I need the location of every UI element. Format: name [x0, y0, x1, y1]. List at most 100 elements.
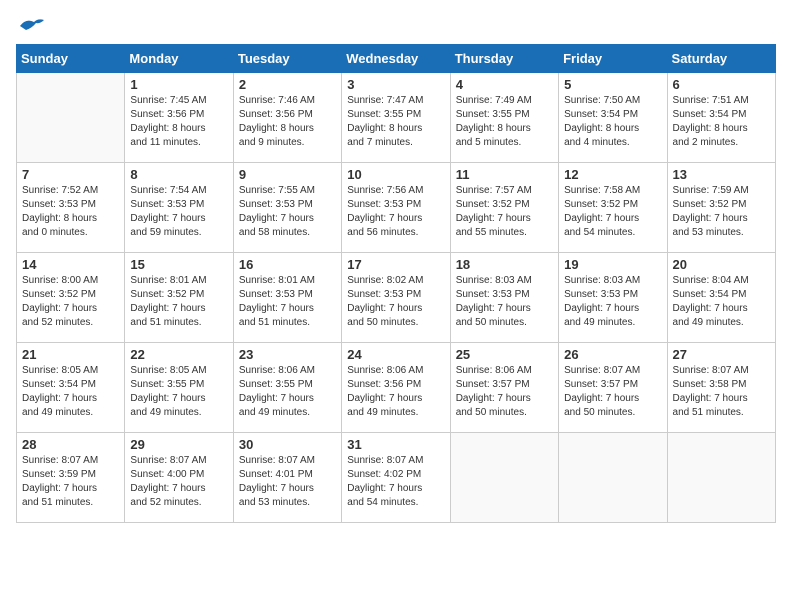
day-number: 3 — [347, 77, 444, 92]
calendar-day-cell: 31 Sunrise: 8:07 AMSunset: 4:02 PMDayligh… — [342, 433, 450, 523]
day-info: Sunrise: 7:50 AMSunset: 3:54 PMDaylight:… — [564, 94, 661, 150]
day-info: Sunrise: 7:56 AMSunset: 3:53 PMDaylight:… — [347, 184, 444, 240]
calendar-day-cell: 6 Sunrise: 7:51 AMSunset: 3:54 PMDaylight… — [667, 73, 775, 163]
day-number: 30 — [239, 437, 336, 452]
calendar-body: 1 Sunrise: 7:45 AMSunset: 3:56 PMDaylight… — [17, 73, 776, 523]
day-of-week-header: Thursday — [450, 45, 558, 73]
calendar-day-cell: 4 Sunrise: 7:49 AMSunset: 3:55 PMDaylight… — [450, 73, 558, 163]
day-number: 14 — [22, 257, 119, 272]
calendar-day-cell: 29 Sunrise: 8:07 AMSunset: 4:00 PMDayligh… — [125, 433, 233, 523]
day-number: 5 — [564, 77, 661, 92]
day-number: 18 — [456, 257, 553, 272]
calendar-header: SundayMondayTuesdayWednesdayThursdayFrid… — [17, 45, 776, 73]
day-info: Sunrise: 8:07 AMSunset: 4:00 PMDaylight:… — [130, 454, 227, 510]
logo — [16, 16, 46, 32]
calendar-day-cell: 8Sunrise: 7:54 AMSunset: 3:53 PMDaylight… — [125, 163, 233, 253]
calendar-day-cell: 20 Sunrise: 8:04 AMSunset: 3:54 PMDayligh… — [667, 253, 775, 343]
day-info: Sunrise: 8:07 AMSunset: 3:59 PMDaylight:… — [22, 454, 119, 510]
calendar-day-cell: 13Sunrise: 7:59 AMSunset: 3:52 PMDayligh… — [667, 163, 775, 253]
day-number: 11 — [456, 167, 553, 182]
day-number: 13 — [673, 167, 770, 182]
day-number: 1 — [130, 77, 227, 92]
calendar-day-cell: 16Sunrise: 8:01 AMSunset: 3:53 PMDayligh… — [233, 253, 341, 343]
calendar-week-row: 21 Sunrise: 8:05 AMSunset: 3:54 PMDayligh… — [17, 343, 776, 433]
calendar-day-cell — [17, 73, 125, 163]
calendar-day-cell: 26Sunrise: 8:07 AMSunset: 3:57 PMDayligh… — [559, 343, 667, 433]
calendar-day-cell: 24 Sunrise: 8:06 AMSunset: 3:56 PMDayligh… — [342, 343, 450, 433]
day-number: 6 — [673, 77, 770, 92]
calendar-week-row: 14 Sunrise: 8:00 AMSunset: 3:52 PMDayligh… — [17, 253, 776, 343]
calendar-day-cell: 1 Sunrise: 7:45 AMSunset: 3:56 PMDaylight… — [125, 73, 233, 163]
day-info: Sunrise: 7:52 AMSunset: 3:53 PMDaylight:… — [22, 184, 119, 240]
day-info: Sunrise: 8:03 AMSunset: 3:53 PMDaylight:… — [564, 274, 661, 330]
day-number: 27 — [673, 347, 770, 362]
calendar-day-cell: 14 Sunrise: 8:00 AMSunset: 3:52 PMDayligh… — [17, 253, 125, 343]
day-of-week-header: Tuesday — [233, 45, 341, 73]
day-number: 17 — [347, 257, 444, 272]
calendar-day-cell: 18 Sunrise: 8:03 AMSunset: 3:53 PMDayligh… — [450, 253, 558, 343]
day-of-week-header: Wednesday — [342, 45, 450, 73]
day-number: 21 — [22, 347, 119, 362]
day-number: 31 — [347, 437, 444, 452]
calendar-day-cell: 17 Sunrise: 8:02 AMSunset: 3:53 PMDayligh… — [342, 253, 450, 343]
calendar-day-cell — [559, 433, 667, 523]
day-info: Sunrise: 7:46 AMSunset: 3:56 PMDaylight:… — [239, 94, 336, 150]
day-number: 24 — [347, 347, 444, 362]
day-number: 29 — [130, 437, 227, 452]
calendar-day-cell: 21 Sunrise: 8:05 AMSunset: 3:54 PMDayligh… — [17, 343, 125, 433]
calendar-day-cell: 19 Sunrise: 8:03 AMSunset: 3:53 PMDayligh… — [559, 253, 667, 343]
day-of-week-header: Saturday — [667, 45, 775, 73]
day-number: 25 — [456, 347, 553, 362]
calendar-day-cell: 3 Sunrise: 7:47 AMSunset: 3:55 PMDaylight… — [342, 73, 450, 163]
calendar-day-cell: 10 Sunrise: 7:56 AMSunset: 3:53 PMDayligh… — [342, 163, 450, 253]
calendar-day-cell: 7 Sunrise: 7:52 AMSunset: 3:53 PMDaylight… — [17, 163, 125, 253]
day-info: Sunrise: 7:47 AMSunset: 3:55 PMDaylight:… — [347, 94, 444, 150]
day-number: 9 — [239, 167, 336, 182]
calendar-day-cell: 9Sunrise: 7:55 AMSunset: 3:53 PMDaylight… — [233, 163, 341, 253]
day-number: 19 — [564, 257, 661, 272]
day-info: Sunrise: 7:45 AMSunset: 3:56 PMDaylight:… — [130, 94, 227, 150]
day-info: Sunrise: 7:49 AMSunset: 3:55 PMDaylight:… — [456, 94, 553, 150]
calendar-day-cell: 23 Sunrise: 8:06 AMSunset: 3:55 PMDayligh… — [233, 343, 341, 433]
day-of-week-header: Friday — [559, 45, 667, 73]
calendar-day-cell — [450, 433, 558, 523]
day-info: Sunrise: 8:00 AMSunset: 3:52 PMDaylight:… — [22, 274, 119, 330]
calendar-week-row: 1 Sunrise: 7:45 AMSunset: 3:56 PMDaylight… — [17, 73, 776, 163]
calendar-day-cell: 2 Sunrise: 7:46 AMSunset: 3:56 PMDaylight… — [233, 73, 341, 163]
day-info: Sunrise: 7:54 AMSunset: 3:53 PMDaylight:… — [130, 184, 227, 240]
day-info: Sunrise: 8:05 AMSunset: 3:54 PMDaylight:… — [22, 364, 119, 420]
day-info: Sunrise: 8:07 AMSunset: 3:58 PMDaylight:… — [673, 364, 770, 420]
header-row: SundayMondayTuesdayWednesdayThursdayFrid… — [17, 45, 776, 73]
logo-bird-icon — [18, 16, 46, 36]
calendar-day-cell: 30 Sunrise: 8:07 AMSunset: 4:01 PMDayligh… — [233, 433, 341, 523]
calendar-day-cell: 28 Sunrise: 8:07 AMSunset: 3:59 PMDayligh… — [17, 433, 125, 523]
day-number: 28 — [22, 437, 119, 452]
calendar-day-cell: 27 Sunrise: 8:07 AMSunset: 3:58 PMDayligh… — [667, 343, 775, 433]
day-info: Sunrise: 8:05 AMSunset: 3:55 PMDaylight:… — [130, 364, 227, 420]
day-number: 15 — [130, 257, 227, 272]
day-info: Sunrise: 8:06 AMSunset: 3:56 PMDaylight:… — [347, 364, 444, 420]
day-info: Sunrise: 8:07 AMSunset: 4:02 PMDaylight:… — [347, 454, 444, 510]
day-number: 23 — [239, 347, 336, 362]
day-number: 22 — [130, 347, 227, 362]
day-number: 12 — [564, 167, 661, 182]
calendar-day-cell: 22 Sunrise: 8:05 AMSunset: 3:55 PMDayligh… — [125, 343, 233, 433]
day-info: Sunrise: 8:04 AMSunset: 3:54 PMDaylight:… — [673, 274, 770, 330]
calendar-day-cell — [667, 433, 775, 523]
day-info: Sunrise: 8:03 AMSunset: 3:53 PMDaylight:… — [456, 274, 553, 330]
page-header — [16, 16, 776, 32]
calendar-day-cell: 25Sunrise: 8:06 AMSunset: 3:57 PMDayligh… — [450, 343, 558, 433]
day-number: 20 — [673, 257, 770, 272]
day-of-week-header: Monday — [125, 45, 233, 73]
day-info: Sunrise: 8:07 AMSunset: 4:01 PMDaylight:… — [239, 454, 336, 510]
day-info: Sunrise: 8:02 AMSunset: 3:53 PMDaylight:… — [347, 274, 444, 330]
day-info: Sunrise: 7:51 AMSunset: 3:54 PMDaylight:… — [673, 94, 770, 150]
day-number: 2 — [239, 77, 336, 92]
day-number: 10 — [347, 167, 444, 182]
day-info: Sunrise: 8:06 AMSunset: 3:55 PMDaylight:… — [239, 364, 336, 420]
day-number: 4 — [456, 77, 553, 92]
day-number: 26 — [564, 347, 661, 362]
calendar-day-cell: 12 Sunrise: 7:58 AMSunset: 3:52 PMDayligh… — [559, 163, 667, 253]
day-number: 7 — [22, 167, 119, 182]
day-info: Sunrise: 7:58 AMSunset: 3:52 PMDaylight:… — [564, 184, 661, 240]
